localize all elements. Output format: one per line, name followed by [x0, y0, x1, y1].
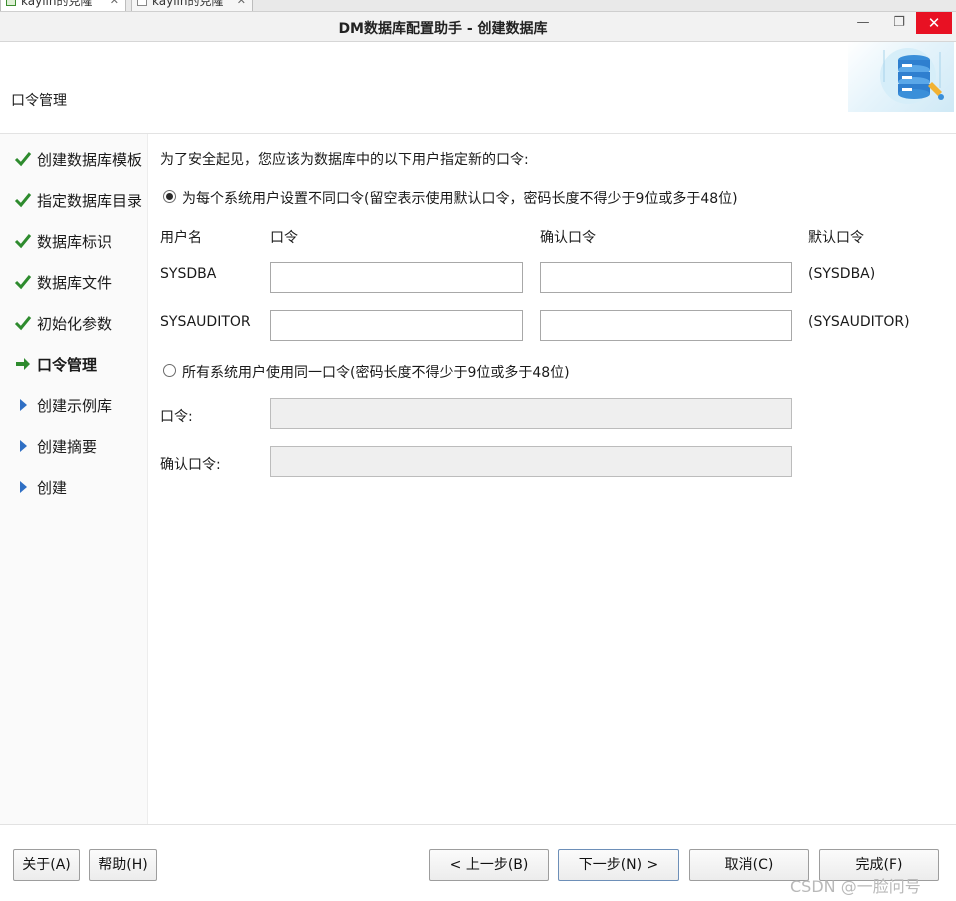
- step-create-summary: 创建摘要: [14, 435, 148, 457]
- step-label: 初始化参数: [37, 315, 113, 333]
- tab-label: kaylin的克隆: [152, 0, 224, 8]
- tab-kaylin-clone-1[interactable]: kaylin的克隆 ✕: [0, 0, 126, 11]
- password-form: 为了安全起见，您应该为数据库中的以下用户指定新的口令: 为每个系统用户设置不同口…: [149, 134, 956, 824]
- checkmark-icon: [14, 316, 32, 331]
- user-name-sysdba: SYSDBA: [160, 266, 217, 282]
- column-header-user: 用户名: [160, 230, 202, 246]
- sysdba-default-password: (SYSDBA): [808, 266, 876, 282]
- same-password-label: 口令:: [160, 409, 193, 425]
- intro-text: 为了安全起见，您应该为数据库中的以下用户指定新的口令:: [160, 152, 529, 168]
- checkmark-icon: [14, 193, 32, 208]
- next-button[interactable]: 下一步(N) >: [558, 849, 679, 881]
- minimize-button[interactable]: —: [848, 12, 878, 34]
- step-password-management: 口令管理: [14, 353, 148, 375]
- same-confirm-input[interactable]: [270, 446, 792, 477]
- step-label: 创建摘要: [37, 438, 98, 456]
- sysauditor-password-input[interactable]: [270, 310, 523, 341]
- tab-kaylin-clone-2[interactable]: kaylin的克隆 ✕: [131, 0, 253, 11]
- watermark-text: CSDN @一脸问号: [790, 877, 921, 896]
- database-icon: [880, 48, 944, 104]
- step-label: 口令管理: [37, 356, 98, 374]
- step-label: 数据库文件: [37, 274, 113, 292]
- page-header: 口令管理: [0, 42, 956, 134]
- page-title: 口令管理: [11, 93, 67, 109]
- database-logo: [848, 42, 954, 112]
- step-create: 创建: [14, 476, 148, 498]
- step-label: 指定数据库目录: [37, 192, 143, 210]
- step-label: 创建数据库模板: [37, 151, 143, 169]
- triangle-right-icon: [20, 481, 27, 493]
- sysauditor-default-password: (SYSAUDITOR): [808, 314, 910, 330]
- step-label: 数据库标识: [37, 233, 113, 251]
- user-name-sysauditor: SYSAUDITOR: [160, 314, 251, 330]
- tab-close-icon[interactable]: ✕: [110, 0, 119, 8]
- title-bar: DM数据库配置助手 - 创建数据库 — ❐ ✕: [0, 12, 956, 42]
- sysdba-password-input[interactable]: [270, 262, 523, 293]
- option-separate-label[interactable]: 为每个系统用户设置不同口令(留空表示使用默认口令，密码长度不得少于9位或多于48…: [182, 188, 738, 208]
- sysdba-confirm-input[interactable]: [540, 262, 792, 293]
- tab-close-icon[interactable]: ✕: [237, 0, 246, 8]
- checkmark-icon: [14, 152, 32, 167]
- arrow-right-icon: [16, 358, 30, 370]
- column-header-default: 默认口令: [808, 230, 864, 246]
- about-button[interactable]: 关于(A): [13, 849, 80, 881]
- close-button[interactable]: ✕: [916, 12, 952, 34]
- triangle-right-icon: [20, 399, 27, 411]
- same-confirm-label: 确认口令:: [160, 457, 221, 473]
- vm-icon: [6, 0, 16, 6]
- checkmark-icon: [14, 275, 32, 290]
- step-init-params: 初始化参数: [14, 312, 148, 334]
- step-db-identity: 数据库标识: [14, 230, 148, 252]
- sysauditor-confirm-input[interactable]: [540, 310, 792, 341]
- step-db-files: 数据库文件: [14, 271, 148, 293]
- step-db-directory: 指定数据库目录: [14, 189, 148, 211]
- vm-icon: [137, 0, 147, 6]
- column-header-confirm: 确认口令: [540, 230, 596, 246]
- triangle-right-icon: [20, 440, 27, 452]
- step-label: 创建示例库: [37, 397, 113, 415]
- step-create-sample-db: 创建示例库: [14, 394, 148, 416]
- wizard-footer: 关于(A) 帮助(H) < 上一步(B) 下一步(N) > 取消(C) 完成(F…: [0, 824, 956, 901]
- same-password-input[interactable]: [270, 398, 792, 429]
- option-same-label[interactable]: 所有系统用户使用同一口令(密码长度不得少于9位或多于48位): [182, 362, 570, 382]
- tab-strip: kaylin的克隆 ✕ kaylin的克隆 ✕: [0, 0, 956, 12]
- radio-same-password[interactable]: [163, 364, 176, 377]
- previous-button[interactable]: < 上一步(B): [429, 849, 549, 881]
- maximize-button[interactable]: ❐: [884, 12, 914, 34]
- wizard-steps: 创建数据库模板 指定数据库目录 数据库标识 数据库文件 初始化参数 口令管理 创…: [0, 134, 148, 824]
- window-title: DM数据库配置助手 - 创建数据库: [338, 21, 548, 37]
- column-header-password: 口令: [270, 230, 298, 246]
- help-button[interactable]: 帮助(H): [89, 849, 157, 881]
- step-create-template: 创建数据库模板: [14, 148, 148, 170]
- radio-separate-passwords[interactable]: [163, 190, 176, 203]
- step-label: 创建: [37, 479, 68, 497]
- checkmark-icon: [14, 234, 32, 249]
- tab-label: kaylin的克隆: [21, 0, 93, 8]
